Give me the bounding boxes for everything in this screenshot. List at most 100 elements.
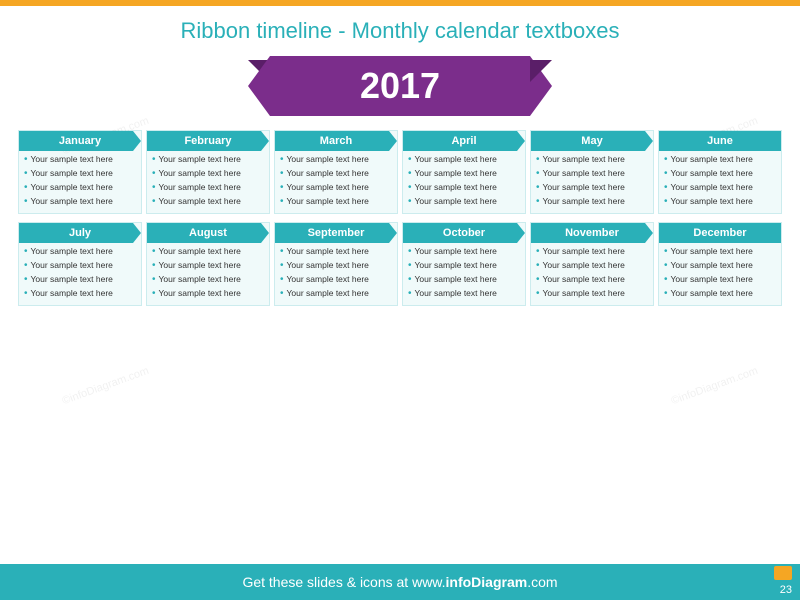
item-text: Your sample text here — [671, 288, 753, 299]
list-item: •Your sample text here — [664, 260, 776, 272]
month-header-april: April — [403, 131, 525, 151]
bullet-icon: • — [152, 168, 156, 180]
bullet-icon: • — [536, 182, 540, 194]
month-box-january: January•Your sample text here•Your sampl… — [18, 130, 142, 214]
item-text: Your sample text here — [415, 274, 497, 285]
month-content-february: •Your sample text here•Your sample text … — [147, 151, 269, 213]
list-item: •Your sample text here — [408, 154, 520, 166]
list-item: •Your sample text here — [536, 168, 648, 180]
footer: Get these slides & icons at www.infoDiag… — [0, 564, 800, 600]
bullet-icon: • — [664, 260, 668, 272]
list-item: •Your sample text here — [664, 168, 776, 180]
item-text: Your sample text here — [415, 246, 497, 257]
bullet-icon: • — [536, 196, 540, 208]
item-text: Your sample text here — [31, 260, 113, 271]
list-item: •Your sample text here — [536, 274, 648, 286]
item-text: Your sample text here — [31, 288, 113, 299]
list-item: •Your sample text here — [152, 182, 264, 194]
bullet-icon: • — [280, 168, 284, 180]
list-item: •Your sample text here — [664, 182, 776, 194]
item-text: Your sample text here — [543, 274, 625, 285]
bullet-icon: • — [24, 182, 28, 194]
bullet-icon: • — [152, 260, 156, 272]
footer-domain: .com — [527, 574, 557, 590]
item-text: Your sample text here — [31, 196, 113, 207]
list-item: •Your sample text here — [664, 154, 776, 166]
item-text: Your sample text here — [159, 260, 241, 271]
month-header-december: December — [659, 223, 781, 243]
list-item: •Your sample text here — [152, 274, 264, 286]
item-text: Your sample text here — [543, 246, 625, 257]
month-header-february: February — [147, 131, 269, 151]
month-header-august: August — [147, 223, 269, 243]
bullet-icon: • — [152, 274, 156, 286]
list-item: •Your sample text here — [664, 288, 776, 300]
bullet-icon: • — [664, 274, 668, 286]
item-text: Your sample text here — [415, 196, 497, 207]
item-text: Your sample text here — [415, 260, 497, 271]
bullet-icon: • — [536, 288, 540, 300]
month-header-may: May — [531, 131, 653, 151]
bullet-icon: • — [152, 182, 156, 194]
item-text: Your sample text here — [543, 260, 625, 271]
bullet-icon: • — [280, 260, 284, 272]
list-item: •Your sample text here — [24, 182, 136, 194]
month-content-may: •Your sample text here•Your sample text … — [531, 151, 653, 213]
bullet-icon: • — [664, 288, 668, 300]
month-box-december: December•Your sample text here•Your samp… — [658, 222, 782, 306]
month-header-january: January — [19, 131, 141, 151]
list-item: •Your sample text here — [280, 182, 392, 194]
bullet-icon: • — [408, 196, 412, 208]
item-text: Your sample text here — [287, 246, 369, 257]
item-text: Your sample text here — [287, 260, 369, 271]
month-box-may: May•Your sample text here•Your sample te… — [530, 130, 654, 214]
item-text: Your sample text here — [415, 182, 497, 193]
list-item: •Your sample text here — [408, 168, 520, 180]
list-item: •Your sample text here — [536, 246, 648, 258]
list-item: •Your sample text here — [536, 154, 648, 166]
list-item: •Your sample text here — [24, 154, 136, 166]
item-text: Your sample text here — [159, 182, 241, 193]
item-text: Your sample text here — [287, 274, 369, 285]
item-text: Your sample text here — [159, 246, 241, 257]
item-text: Your sample text here — [671, 246, 753, 257]
item-text: Your sample text here — [287, 182, 369, 193]
list-item: •Your sample text here — [664, 196, 776, 208]
item-text: Your sample text here — [415, 154, 497, 165]
list-item: •Your sample text here — [24, 196, 136, 208]
bullet-icon: • — [664, 246, 668, 258]
month-box-november: November•Your sample text here•Your samp… — [530, 222, 654, 306]
bullet-icon: • — [536, 154, 540, 166]
list-item: •Your sample text here — [280, 154, 392, 166]
list-item: •Your sample text here — [24, 260, 136, 272]
bullet-icon: • — [664, 154, 668, 166]
list-item: •Your sample text here — [24, 274, 136, 286]
bullet-icon: • — [24, 196, 28, 208]
item-text: Your sample text here — [671, 196, 753, 207]
month-content-june: •Your sample text here•Your sample text … — [659, 151, 781, 213]
list-item: •Your sample text here — [664, 246, 776, 258]
list-item: •Your sample text here — [152, 168, 264, 180]
bullet-icon: • — [152, 246, 156, 258]
month-content-january: •Your sample text here•Your sample text … — [19, 151, 141, 213]
bullet-icon: • — [280, 182, 284, 194]
item-text: Your sample text here — [159, 168, 241, 179]
item-text: Your sample text here — [159, 288, 241, 299]
item-text: Your sample text here — [543, 168, 625, 179]
list-item: •Your sample text here — [408, 182, 520, 194]
month-content-august: •Your sample text here•Your sample text … — [147, 243, 269, 305]
month-content-july: •Your sample text here •Your sample text … — [19, 243, 141, 305]
bullet-icon: • — [152, 196, 156, 208]
month-content-november: •Your sample text here•Your sample text … — [531, 243, 653, 305]
list-item: •Your sample text here — [280, 246, 392, 258]
list-item: •Your sample text here — [152, 260, 264, 272]
month-content-april: •Your sample text here•Your sample text … — [403, 151, 525, 213]
ribbon: 2017 — [270, 56, 530, 116]
item-text: Your sample text here — [543, 154, 625, 165]
bullet-icon: • — [536, 168, 540, 180]
month-box-february: February•Your sample text here•Your samp… — [146, 130, 270, 214]
item-text: Your sample text here — [671, 182, 753, 193]
month-content-october: •Your sample text here•Your sample text … — [403, 243, 525, 305]
month-header-july: July — [19, 223, 141, 243]
item-text: Your sample text here — [31, 182, 113, 193]
